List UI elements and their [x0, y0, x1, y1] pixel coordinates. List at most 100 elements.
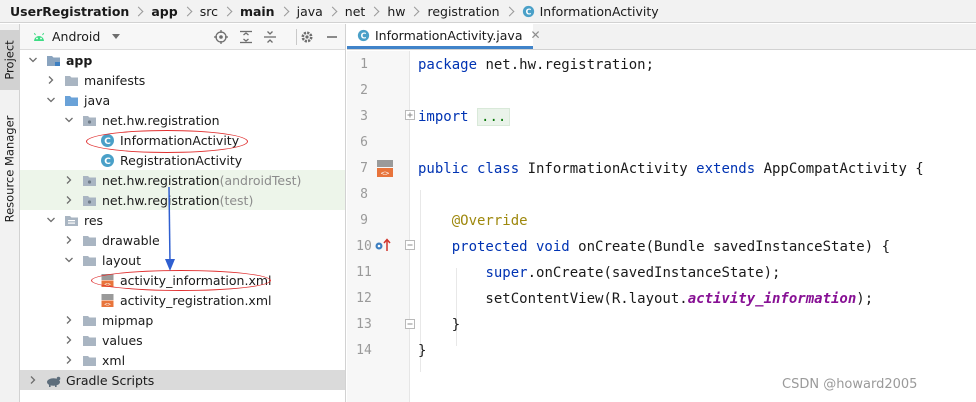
- locate-icon[interactable]: [214, 30, 228, 44]
- chevron-down-icon[interactable]: [64, 115, 74, 125]
- class-icon: C: [101, 153, 114, 167]
- chevron-right-icon[interactable]: [64, 235, 74, 245]
- android-icon: [33, 32, 45, 41]
- tree-node[interactable]: net.hw.registration (test): [20, 190, 345, 210]
- code-line[interactable]: import ...: [418, 104, 511, 130]
- chevron-right-icon[interactable]: [64, 335, 74, 345]
- expand-all-icon[interactable]: [239, 30, 253, 44]
- chevron-right-icon[interactable]: [46, 75, 56, 85]
- tree-node[interactable]: C RegistrationActivity: [20, 150, 345, 170]
- chevron-down-icon[interactable]: [64, 255, 74, 265]
- chevron-right-icon[interactable]: [64, 355, 74, 365]
- code-token: }: [418, 343, 427, 359]
- tree-node[interactable]: java: [20, 90, 345, 110]
- folder-icon: [83, 335, 96, 346]
- tree-node[interactable]: manifests: [20, 70, 345, 90]
- tree-node-label: values: [102, 332, 143, 348]
- code-token: onCreate(Bundle savedInstanceState) {: [578, 239, 891, 255]
- breadcrumb-item[interactable]: C InformationActivity: [522, 0, 659, 23]
- chevron-down-icon[interactable]: [46, 95, 56, 105]
- line-number: 3: [360, 109, 368, 124]
- breadcrumb-item[interactable]: app: [151, 0, 177, 23]
- breadcrumb-item[interactable]: java: [297, 0, 323, 23]
- tree-node[interactable]: app: [20, 50, 345, 70]
- project-tool-tab[interactable]: Project: [0, 30, 19, 90]
- tree-node-hint: (test): [219, 192, 254, 208]
- resource-manager-tool-tab[interactable]: Resource Manager: [0, 104, 19, 234]
- breadcrumb-separator-icon: [279, 6, 290, 16]
- resource-manager-tool-tab-label: Resource Manager: [2, 115, 17, 223]
- chevron-down-icon: [112, 34, 121, 39]
- svg-text:C: C: [361, 31, 367, 40]
- folder-icon: [83, 355, 96, 366]
- folded-imports[interactable]: ...: [477, 108, 511, 126]
- code-line[interactable]: protected void onCreate(Bundle savedInst…: [418, 234, 890, 260]
- left-tool-stripe: Project Resource Manager: [0, 24, 20, 402]
- code-line[interactable]: }: [418, 312, 460, 338]
- code-line[interactable]: public class InformationActivity extends…: [418, 156, 924, 182]
- code-token: import: [418, 109, 478, 125]
- folder-icon: [65, 75, 78, 86]
- chevron-right-icon[interactable]: [64, 195, 74, 205]
- editor-gutter: 1 2 3 6 7 8 9 10 11 12 13 14 <>: [347, 51, 415, 402]
- svg-text:C: C: [104, 157, 111, 167]
- res-folder-icon: [65, 215, 78, 226]
- tree-node-label: app: [66, 52, 93, 68]
- breadcrumb-label: InformationActivity: [539, 3, 659, 19]
- code-line[interactable]: @Override: [418, 208, 528, 234]
- source-folder-icon: [65, 95, 78, 106]
- code-line[interactable]: super.onCreate(savedInstanceState);: [418, 260, 780, 286]
- package-icon: [83, 175, 96, 186]
- tree-node[interactable]: net.hw.registration: [20, 110, 345, 130]
- tree-node[interactable]: <> activity_registration.xml: [20, 290, 345, 310]
- line-number: 2: [360, 83, 368, 98]
- tree-node[interactable]: mipmap: [20, 310, 345, 330]
- close-icon[interactable]: ✕: [531, 28, 541, 42]
- code-line[interactable]: }: [418, 338, 426, 364]
- project-view-selector[interactable]: Android: [20, 29, 121, 44]
- tree-node-label: xml: [102, 352, 126, 368]
- chevron-down-icon[interactable]: [46, 215, 56, 225]
- code-token: InformationActivity: [527, 161, 697, 177]
- layout-xml-marker-icon[interactable]: <>: [375, 159, 395, 179]
- code-token: net.hw.registration;: [485, 57, 655, 73]
- chevron-down-icon[interactable]: [28, 55, 38, 65]
- tree-node[interactable]: res: [20, 210, 345, 230]
- line-number: 10: [356, 239, 372, 254]
- override-marker-icon[interactable]: [374, 237, 392, 253]
- breadcrumb-item[interactable]: main: [240, 0, 275, 23]
- collapse-all-icon[interactable]: [263, 30, 277, 44]
- tree-node[interactable]: net.hw.registration (androidTest): [20, 170, 345, 190]
- fold-toggle-icon[interactable]: [405, 110, 415, 120]
- folder-icon: [83, 235, 96, 246]
- chevron-right-icon[interactable]: [64, 175, 74, 185]
- breadcrumb-item[interactable]: src: [200, 0, 218, 23]
- tree-node[interactable]: layout: [20, 250, 345, 270]
- breadcrumb-item[interactable]: UserRegistration: [10, 0, 129, 23]
- breadcrumb-label: main: [239, 3, 275, 19]
- fold-toggle-icon[interactable]: [405, 319, 415, 329]
- breadcrumb-item[interactable]: registration: [427, 0, 499, 23]
- breadcrumb-label: java: [296, 3, 323, 19]
- code-line[interactable]: package net.hw.registration;: [418, 52, 654, 78]
- breadcrumb-item[interactable]: net: [345, 0, 366, 23]
- tree-node[interactable]: xml: [20, 350, 345, 370]
- code-editor[interactable]: package net.hw.registration; import ... pu…: [418, 51, 976, 402]
- breadcrumb-item[interactable]: hw: [387, 0, 405, 23]
- chevron-right-icon[interactable]: [64, 315, 74, 325]
- tree-node[interactable]: values: [20, 330, 345, 350]
- code-token: public class: [418, 161, 528, 177]
- project-tool-tab-label: Project: [2, 40, 17, 80]
- line-number: 11: [356, 265, 372, 280]
- fold-toggle-icon[interactable]: [405, 240, 415, 250]
- class-icon: C: [357, 29, 370, 41]
- annotation-ellipse-class: [86, 130, 248, 153]
- settings-icon[interactable]: [300, 30, 314, 44]
- hide-icon[interactable]: [325, 30, 339, 44]
- code-line[interactable]: setContentView(R.layout.activity_informa…: [418, 286, 873, 312]
- tree-node[interactable]: Gradle Scripts: [20, 370, 345, 390]
- chevron-right-icon[interactable]: [28, 375, 38, 385]
- editor-tab-information-activity[interactable]: C InformationActivity.java ✕: [347, 24, 541, 49]
- tree-node[interactable]: drawable: [20, 230, 345, 250]
